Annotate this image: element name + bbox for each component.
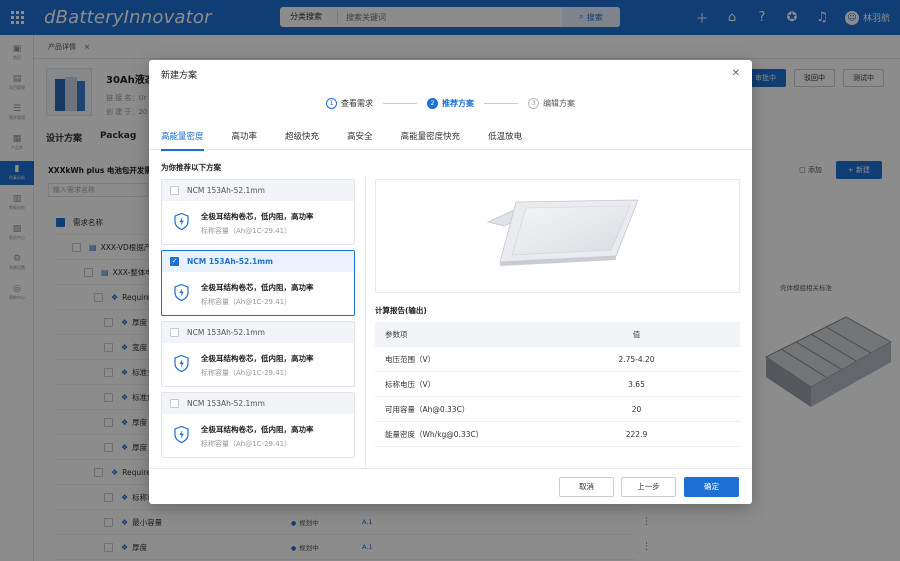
col-header-value: 值 <box>632 329 641 339</box>
shield-icon <box>174 426 189 443</box>
plan-name: NCM 153Ah-52.1mm <box>187 257 273 266</box>
step-number: 2 <box>427 97 438 109</box>
modal-title: 新建方案 <box>161 70 198 81</box>
step-number: 1 <box>326 97 337 109</box>
step-label: 推荐方案 <box>442 98 474 108</box>
plan-card-body: 全极耳结构卷芯，低内阻，高功率 标称容量（Ah@1C-29.41） <box>162 343 354 386</box>
param-value: 222.9 <box>625 429 648 439</box>
plan-card[interactable]: NCM 153Ah-52.1mm 全极耳结构卷芯，低内阻，高功率 标称容量（Ah… <box>161 321 355 387</box>
step-recommend-plan: 2 推荐方案 <box>427 97 474 109</box>
category-tabs: 高能量密度 高功率 超级快充 高安全 高能量密度快充 低温放电 <box>149 126 752 151</box>
step-view-requirements: 1 查看需求 <box>326 97 373 109</box>
plan-capacity: 标称容量（Ah@1C-29.41） <box>201 440 292 448</box>
param-name: 电压范围（V） <box>385 354 436 364</box>
shield-icon <box>174 213 189 230</box>
tab-high-energy-density[interactable]: 高能量密度 <box>161 126 204 151</box>
panel-divider <box>365 177 366 467</box>
step-edit-plan: 3 编辑方案 <box>528 97 575 109</box>
tab-super-fast-charge[interactable]: 超级快充 <box>285 126 319 150</box>
plan-card-selected[interactable]: ✓ NCM 153Ah-52.1mm 全极耳结构卷芯，低内阻，高功率 标称容量（… <box>161 250 355 316</box>
plan-card-header: NCM 153Ah-52.1mm <box>162 180 354 201</box>
param-value: 20 <box>631 404 642 414</box>
step-connector <box>383 102 417 104</box>
step-indicator: 1 查看需求 2 推荐方案 3 编辑方案 <box>149 95 752 111</box>
param-name: 能量密度（Wh/kg@0.33C） <box>385 429 484 439</box>
shield-icon <box>174 284 189 301</box>
param-name: 可用容量（Ah@0.33C） <box>385 404 470 414</box>
step-label: 编辑方案 <box>543 98 575 108</box>
plan-card-header: NCM 153Ah-52.1mm <box>162 322 354 343</box>
plan-card-header: ✓ NCM 153Ah-52.1mm <box>162 251 354 272</box>
plan-checkbox[interactable] <box>170 328 179 337</box>
confirm-button[interactable]: 确定 <box>684 477 739 497</box>
plan-checkbox[interactable] <box>170 399 179 408</box>
table-row: 可用容量（Ah@0.33C） 20 <box>375 397 740 422</box>
plan-checkbox[interactable] <box>170 186 179 195</box>
tab-high-safety[interactable]: 高安全 <box>347 126 373 150</box>
param-value: 3.65 <box>628 379 645 389</box>
plan-card[interactable]: NCM 153Ah-52.1mm 全极耳结构卷芯，低内阻，高功率 标称容量（Ah… <box>161 179 355 245</box>
step-number: 3 <box>528 97 539 109</box>
plan-name: NCM 153Ah-52.1mm <box>187 399 265 408</box>
plan-card[interactable]: NCM 153Ah-52.1mm 全极耳结构卷芯，低内阻，高功率 标称容量（Ah… <box>161 392 355 458</box>
shield-icon <box>174 355 189 372</box>
plan-card-body: 全极耳结构卷芯，低内阻，高功率 标称容量（Ah@1C-29.41） <box>162 272 354 315</box>
plan-description: 全极耳结构卷芯，低内阻，高功率 <box>201 354 314 363</box>
tab-high-energy-fast-charge[interactable]: 高能量密度快充 <box>401 126 461 150</box>
plan-card-body: 全极耳结构卷芯，低内阻，高功率 标称容量（Ah@1C-29.41） <box>162 414 354 457</box>
plan-capacity: 标称容量（Ah@1C-29.41） <box>201 298 292 306</box>
plan-description: 全极耳结构卷芯，低内阻，高功率 <box>201 425 314 434</box>
plan-card-header: NCM 153Ah-52.1mm <box>162 393 354 414</box>
cancel-button[interactable]: 取消 <box>559 477 614 497</box>
step-label: 查看需求 <box>341 98 373 108</box>
plan-capacity: 标称容量（Ah@1C-29.41） <box>201 227 292 235</box>
report-table: 参数项 值 电压范围（V） 2.75-4.20 标称电压（V） 3.65 可用容… <box>375 322 740 447</box>
modal-footer: 取消 上一步 确定 <box>149 468 752 504</box>
table-row: 电压范围（V） 2.75-4.20 <box>375 347 740 372</box>
table-row: 能量密度（Wh/kg@0.33C） 222.9 <box>375 422 740 447</box>
table-row: 标称电压（V） 3.65 <box>375 372 740 397</box>
plan-card-body: 全极耳结构卷芯，低内阻，高功率 标称容量（Ah@1C-29.41） <box>162 201 354 244</box>
tab-low-temp-discharge[interactable]: 低温放电 <box>488 126 522 150</box>
param-value: 2.75-4.20 <box>618 354 655 364</box>
plan-capacity: 标称容量（Ah@1C-29.41） <box>201 369 292 377</box>
report-table-header: 参数项 值 <box>375 322 740 347</box>
recommend-title: 为你推荐以下方案 <box>161 163 221 172</box>
pouch-cell-image <box>486 199 639 266</box>
plan-name: NCM 153Ah-52.1mm <box>187 328 265 337</box>
tab-high-power[interactable]: 高功率 <box>232 126 258 150</box>
col-header-param: 参数项 <box>385 329 408 339</box>
modal-header: 新建方案 ✕ <box>149 60 752 88</box>
new-plan-modal: 新建方案 ✕ 1 查看需求 2 推荐方案 3 编辑方案 高能量密度 高功率 超级… <box>149 60 752 504</box>
plan-name: NCM 153Ah-52.1mm <box>187 186 265 195</box>
plan-checkbox-checked[interactable]: ✓ <box>170 257 179 266</box>
previous-step-button[interactable]: 上一步 <box>621 477 676 497</box>
report-title: 计算报告(输出) <box>375 306 427 315</box>
param-name: 标称电压（V） <box>385 379 436 389</box>
close-icon[interactable]: ✕ <box>732 68 740 79</box>
step-connector <box>484 102 518 104</box>
plan-description: 全极耳结构卷芯，低内阻，高功率 <box>201 283 314 292</box>
plan-description: 全极耳结构卷芯，低内阻，高功率 <box>201 212 314 221</box>
cell-preview <box>375 179 740 293</box>
